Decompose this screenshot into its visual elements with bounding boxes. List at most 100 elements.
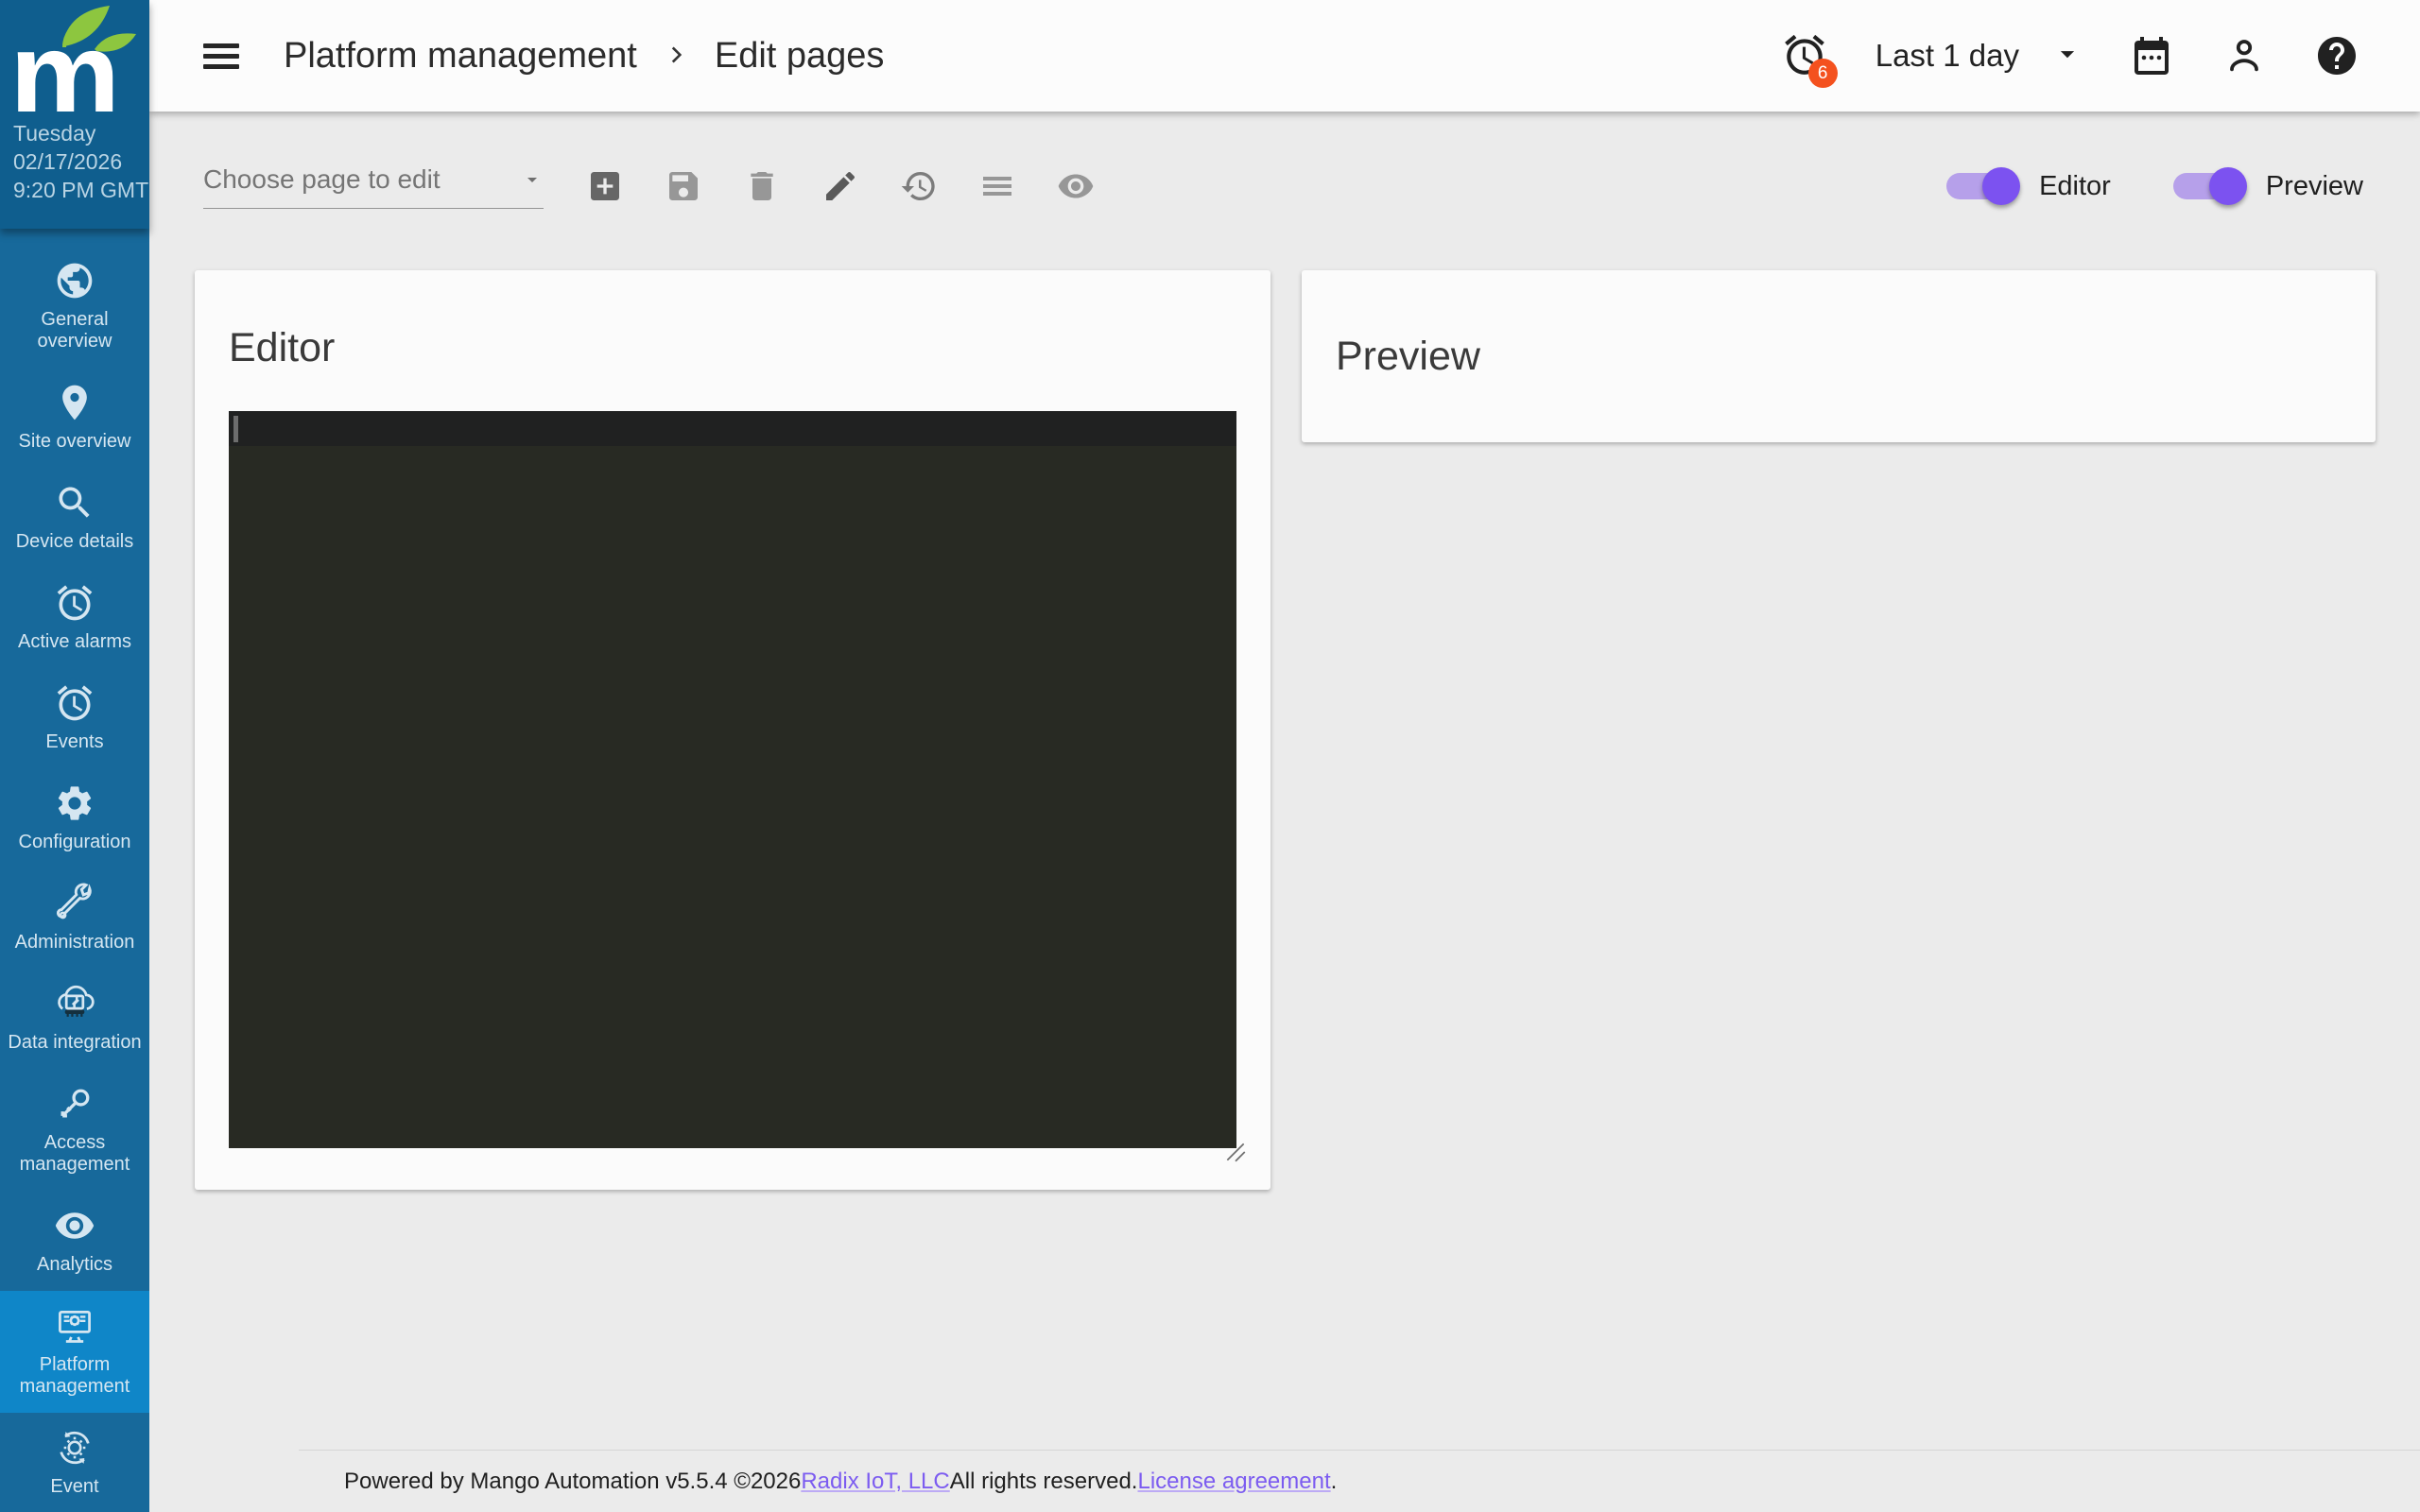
toolbar-buttons	[585, 166, 1096, 206]
top-header: Platform management Edit pages 6 Last 1 …	[149, 0, 2420, 112]
code-editor-cursor	[233, 416, 238, 442]
sidebar-item-administration[interactable]: Administration	[0, 868, 149, 969]
alarm-clock-icon	[54, 682, 95, 724]
sidebar-item-label: General overview	[37, 309, 112, 352]
page-toolbar: Choose page to edit Editor Preview	[149, 112, 2420, 261]
date-value: 02/17/2026	[13, 149, 123, 174]
code-editor-active-line	[229, 411, 1236, 446]
gear-icon	[54, 782, 95, 824]
sidebar-brand-block: m Tuesday 02/17/2026 9:20 PM GMT	[0, 0, 149, 229]
mango-logo[interactable]: m	[0, 0, 149, 112]
person-icon	[2230, 40, 2258, 72]
monitor-gear-icon	[54, 1305, 95, 1347]
alarm-clock-icon	[54, 582, 95, 624]
sidebar-item-data-integration[interactable]: Data integration	[0, 969, 149, 1069]
search-icon	[54, 482, 95, 524]
save-button[interactable]	[664, 166, 703, 206]
breadcrumb-edit-pages: Edit pages	[714, 35, 885, 76]
sidebar-item-site-overview[interactable]: Site overview	[0, 368, 149, 468]
sidebar-item-label: Event	[50, 1476, 99, 1497]
sidebar-item-label: Analytics	[36, 1254, 113, 1275]
menu-lines-icon	[983, 177, 1011, 196]
sidebar-item-platform-management[interactable]: Platform management	[0, 1291, 149, 1413]
date-picker-button[interactable]	[2127, 31, 2176, 80]
time-range-label[interactable]: Last 1 day	[1876, 38, 2019, 74]
leaf-icon	[62, 6, 136, 52]
active-alarms-button[interactable]: 6	[1781, 31, 1838, 88]
breadcrumb-platform-management[interactable]: Platform management	[284, 36, 637, 77]
history-icon	[901, 172, 935, 200]
delete-button[interactable]	[742, 166, 782, 206]
main-content: Choose page to edit Editor Preview Edito…	[149, 112, 2420, 1512]
footer: Powered by Mango Automation v5.5.4 ©2026…	[299, 1450, 2420, 1512]
alarm-count-badge: 6	[1807, 59, 1838, 88]
add-page-button[interactable]	[585, 166, 625, 206]
editor-preview-row: Editor Preview	[149, 261, 2420, 1190]
map-pin-icon	[54, 382, 95, 423]
sidebar-item-analytics[interactable]: Analytics	[0, 1191, 149, 1291]
sidebar-item-device-details[interactable]: Device details	[0, 468, 149, 568]
edit-button[interactable]	[821, 166, 860, 206]
sidebar-item-label: Configuration	[18, 832, 131, 852]
footer-text: All rights reserved.	[949, 1468, 1138, 1494]
toggle-switch-icon[interactable]	[2172, 167, 2247, 205]
code-editor[interactable]	[229, 411, 1246, 1162]
help-button[interactable]	[2312, 31, 2361, 80]
sidebar-item-label: Data integration	[8, 1032, 142, 1053]
sidebar-nav: General overview Site overview Device de…	[0, 229, 149, 1512]
chevron-down-icon	[527, 177, 537, 182]
radix-iot-link[interactable]: Radix IoT, LLC	[801, 1469, 949, 1495]
page-select-placeholder: Choose page to edit	[203, 163, 441, 194]
preview-panel-title: Preview	[1336, 333, 1480, 379]
sidebar-item-general-overview[interactable]: General overview	[0, 246, 149, 368]
sidebar-item-events[interactable]: Events	[0, 668, 149, 768]
pencil-icon	[826, 171, 856, 200]
page-select-dropdown[interactable]: Choose page to edit	[203, 164, 544, 209]
add-box-icon	[591, 172, 619, 200]
sidebar-item-configuration[interactable]: Configuration	[0, 768, 149, 868]
gear-sync-icon	[54, 1427, 95, 1469]
calendar-icon	[2135, 37, 2169, 75]
preview-toggle[interactable]: Preview	[2172, 167, 2363, 205]
sidebar: m Tuesday 02/17/2026 9:20 PM GMT General…	[0, 0, 149, 1512]
globe-icon	[54, 260, 95, 301]
resize-handle[interactable]	[1223, 1140, 1248, 1169]
footer-text: Powered by Mango Automation v5.5.4 ©2026	[344, 1468, 802, 1494]
view-page-button[interactable]	[1056, 166, 1096, 206]
menu-toggle-icon[interactable]	[203, 43, 239, 69]
trash-icon	[751, 172, 773, 200]
view-toggles: Editor Preview	[1946, 167, 2382, 205]
menu-list-button[interactable]	[977, 166, 1017, 206]
wrench-icon	[54, 883, 95, 924]
sidebar-item-label: Platform management	[19, 1354, 130, 1397]
sidebar-item-label: Administration	[14, 932, 135, 953]
sidebar-item-label: Access management	[19, 1132, 130, 1175]
breadcrumb: Platform management Edit pages	[284, 36, 884, 77]
revision-history-button[interactable]	[899, 166, 939, 206]
sidebar-item-label: Events	[45, 731, 104, 752]
preview-panel: Preview	[1302, 270, 2376, 442]
toggle-switch-icon[interactable]	[1946, 167, 2021, 205]
sidebar-date-block: Tuesday 02/17/2026 9:20 PM GMT	[0, 112, 149, 204]
footer-text: .	[1330, 1468, 1338, 1494]
sidebar-item-access-management[interactable]: Access management	[0, 1069, 149, 1191]
sidebar-item-active-alarms[interactable]: Active alarms	[0, 568, 149, 668]
sidebar-item-label: Active alarms	[17, 631, 132, 652]
editor-toggle-label: Editor	[2039, 170, 2111, 201]
license-agreement-link[interactable]: License agreement	[1137, 1469, 1330, 1495]
key-icon	[54, 1083, 95, 1125]
editor-panel: Editor	[195, 270, 1270, 1190]
editor-panel-title: Editor	[229, 325, 336, 370]
date-weekday: Tuesday	[13, 121, 96, 146]
save-icon	[669, 172, 698, 200]
preview-toggle-label: Preview	[2265, 170, 2363, 201]
sidebar-item-label: Site overview	[18, 431, 131, 452]
help-icon	[2318, 37, 2356, 75]
date-time: 9:20 PM GMT	[13, 178, 149, 202]
eye-icon	[1058, 174, 1094, 198]
user-account-button[interactable]	[2220, 31, 2269, 80]
eye-icon	[54, 1205, 95, 1246]
editor-toggle[interactable]: Editor	[1946, 167, 2111, 205]
sidebar-item-event-handlers[interactable]: Event	[0, 1413, 149, 1512]
chevron-down-icon[interactable]	[2051, 38, 2083, 75]
